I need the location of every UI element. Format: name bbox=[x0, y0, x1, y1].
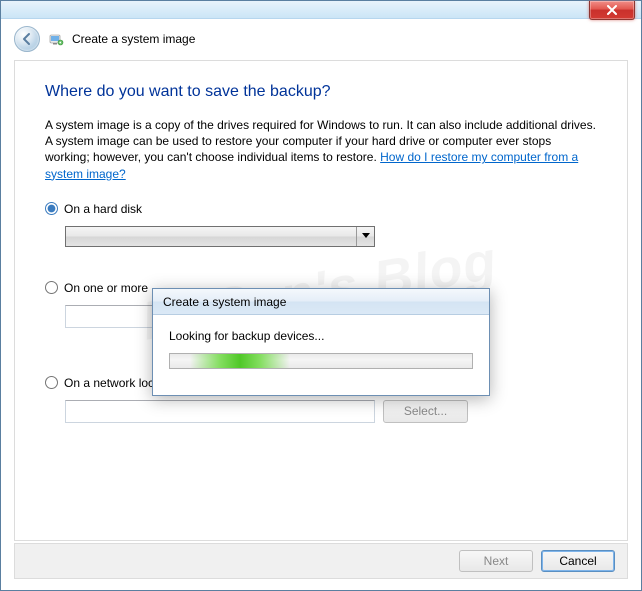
dropdown-arrow[interactable] bbox=[356, 227, 374, 246]
radio-hard-disk[interactable] bbox=[45, 202, 58, 215]
chevron-down-icon bbox=[362, 233, 370, 239]
next-button[interactable]: Next bbox=[459, 550, 533, 572]
hard-disk-dropdown[interactable] bbox=[65, 226, 375, 247]
header: Create a system image bbox=[14, 26, 195, 52]
select-network-button[interactable]: Select... bbox=[383, 400, 468, 423]
page-description: A system image is a copy of the drives r… bbox=[45, 117, 597, 182]
back-button[interactable] bbox=[14, 26, 40, 52]
network-path-input[interactable] bbox=[65, 400, 375, 423]
progress-bar-fill bbox=[190, 354, 290, 368]
option-dvd-label: On one or more bbox=[64, 281, 148, 295]
radio-network[interactable] bbox=[45, 376, 58, 389]
close-button[interactable] bbox=[589, 1, 635, 20]
app-icon bbox=[48, 31, 64, 47]
back-arrow-icon bbox=[20, 32, 34, 46]
progress-dialog-title: Create a system image bbox=[153, 289, 489, 315]
page-heading: Where do you want to save the backup? bbox=[45, 83, 597, 101]
close-icon bbox=[606, 5, 618, 15]
progress-dialog: Create a system image Looking for backup… bbox=[152, 288, 490, 396]
option-hard-disk[interactable]: On a hard disk bbox=[45, 202, 597, 216]
radio-dvd[interactable] bbox=[45, 281, 58, 294]
cancel-button[interactable]: Cancel bbox=[541, 550, 615, 572]
progress-bar bbox=[169, 353, 473, 369]
titlebar bbox=[1, 1, 641, 19]
option-hard-disk-label: On a hard disk bbox=[64, 202, 142, 216]
wizard-button-bar: Next Cancel bbox=[14, 543, 628, 579]
window-title: Create a system image bbox=[72, 32, 195, 46]
progress-status-text: Looking for backup devices... bbox=[169, 329, 473, 343]
